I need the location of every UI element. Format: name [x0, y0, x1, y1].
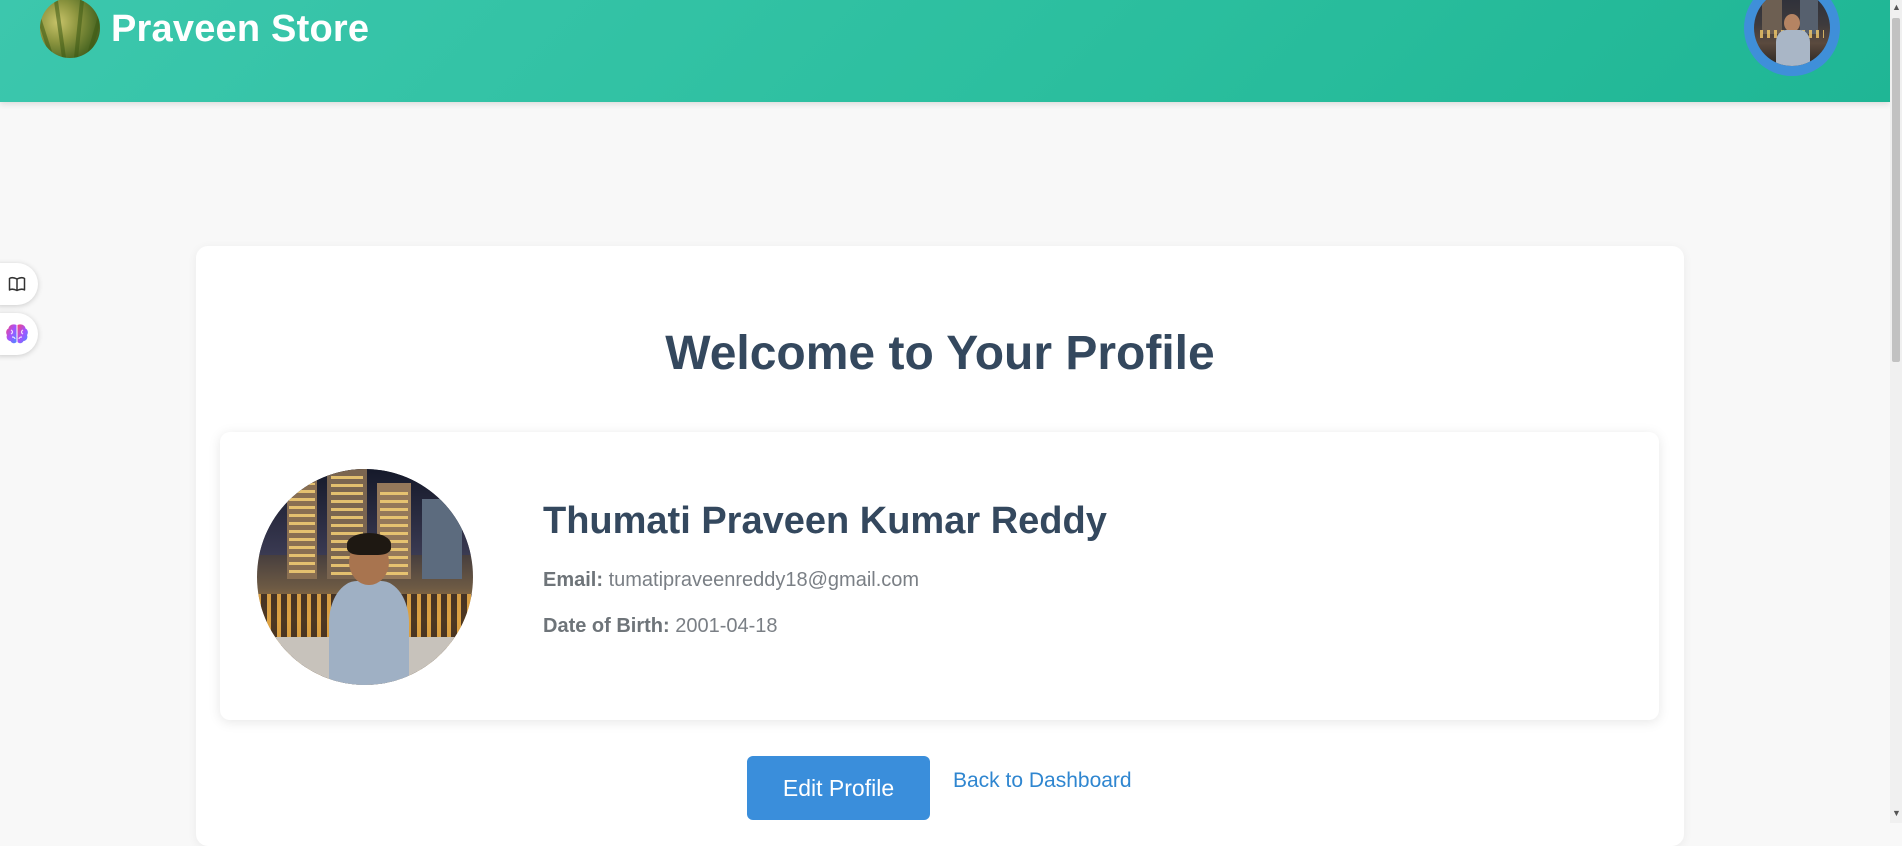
back-to-dashboard-link[interactable]: Back to Dashboard: [953, 769, 1132, 793]
dob-row: Date of Birth: 2001-04-18: [543, 615, 778, 638]
email-label: Email:: [543, 569, 604, 591]
book-icon: [8, 277, 26, 292]
profile-container: Welcome to Your Profile Thumati Praveen …: [196, 246, 1684, 846]
book-button[interactable]: [0, 263, 38, 305]
top-header: Praveen Store: [0, 0, 1890, 102]
user-avatar[interactable]: [1744, 0, 1840, 76]
scroll-thumb[interactable]: [1892, 18, 1900, 362]
dob-label: Date of Birth:: [543, 615, 670, 637]
avatar-photo: [1754, 0, 1830, 66]
brain-button[interactable]: [0, 313, 38, 355]
email-row: Email: tumatipraveenreddy18@gmail.com: [543, 569, 919, 592]
page-scrollbar[interactable]: ▲ ▼: [1890, 0, 1902, 823]
edit-profile-button[interactable]: Edit Profile: [747, 756, 930, 820]
profile-info-card: Thumati Praveen Kumar Reddy Email: tumat…: [220, 432, 1659, 720]
store-logo[interactable]: [40, 0, 100, 58]
page-title: Welcome to Your Profile: [665, 327, 1215, 380]
profile-photo: [257, 469, 473, 685]
scroll-up-icon[interactable]: ▲: [1892, 2, 1901, 12]
dob-value: 2001-04-18: [675, 615, 778, 637]
scroll-down-icon[interactable]: ▼: [1892, 808, 1901, 818]
profile-name: Thumati Praveen Kumar Reddy: [543, 500, 1107, 542]
email-value: tumatipraveenreddy18@gmail.com: [608, 569, 920, 591]
brain-icon: [6, 324, 28, 344]
brand-name[interactable]: Praveen Store: [111, 8, 369, 51]
